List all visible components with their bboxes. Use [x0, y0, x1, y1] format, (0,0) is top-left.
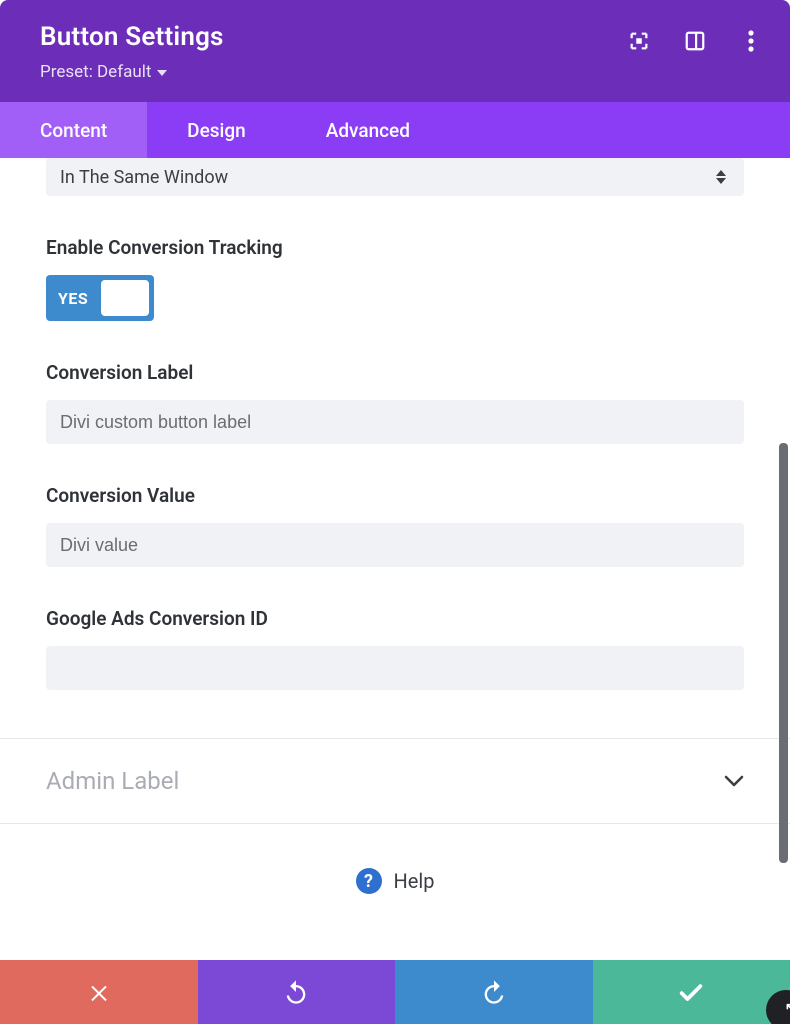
preset-dropdown[interactable]: Preset: Default	[40, 62, 762, 82]
caret-down-icon	[157, 70, 167, 76]
toggle-knob	[101, 280, 149, 316]
scrollbar-thumb[interactable]	[779, 443, 788, 863]
tab-advanced[interactable]: Advanced	[286, 102, 450, 158]
conversion-label-field: Conversion Label	[46, 361, 744, 444]
button-settings-modal: Button Settings Preset: Default	[0, 0, 790, 1024]
conversion-label-label: Conversion Label	[46, 361, 744, 384]
link-target-field: In The Same Window	[46, 158, 744, 196]
admin-label-section[interactable]: Admin Label	[0, 738, 790, 824]
form-area: In The Same Window Enable Conversion Tra…	[0, 158, 790, 690]
conversion-label-input[interactable]	[46, 400, 744, 444]
help-icon: ?	[356, 868, 382, 894]
admin-label-title: Admin Label	[46, 767, 179, 795]
save-button[interactable]	[593, 960, 790, 1024]
link-target-select[interactable]: In The Same Window	[46, 158, 744, 196]
undo-button[interactable]	[198, 960, 396, 1024]
expand-icon[interactable]	[628, 30, 650, 52]
conversion-value-input[interactable]	[46, 523, 744, 567]
chevron-down-icon	[724, 775, 744, 787]
enable-tracking-label: Enable Conversion Tracking	[46, 236, 744, 259]
settings-tabs: Content Design Advanced	[0, 102, 790, 158]
help-row[interactable]: ? Help	[0, 824, 790, 942]
cancel-button[interactable]	[0, 960, 198, 1024]
help-text: Help	[394, 869, 435, 893]
google-ads-input[interactable]	[46, 646, 744, 690]
modal-footer	[0, 960, 790, 1024]
link-target-value: In The Same Window	[60, 167, 228, 188]
tab-content[interactable]: Content	[0, 102, 147, 158]
preset-label: Preset: Default	[40, 62, 151, 82]
more-vertical-icon[interactable]	[740, 30, 762, 52]
modal-header: Button Settings Preset: Default	[0, 0, 790, 102]
tab-design[interactable]: Design	[147, 102, 286, 158]
google-ads-field: Google Ads Conversion ID	[46, 607, 744, 690]
google-ads-label: Google Ads Conversion ID	[46, 607, 744, 630]
enable-tracking-toggle[interactable]: YES	[46, 275, 154, 321]
toggle-yes-label: YES	[58, 289, 88, 308]
columns-icon[interactable]	[684, 30, 706, 52]
enable-tracking-field: Enable Conversion Tracking YES	[46, 236, 744, 321]
header-actions	[628, 30, 762, 52]
redo-button[interactable]	[395, 960, 593, 1024]
conversion-value-field: Conversion Value	[46, 484, 744, 567]
select-arrows-icon	[716, 170, 726, 184]
conversion-value-label: Conversion Value	[46, 484, 744, 507]
content-scroll-area: In The Same Window Enable Conversion Tra…	[0, 158, 790, 942]
